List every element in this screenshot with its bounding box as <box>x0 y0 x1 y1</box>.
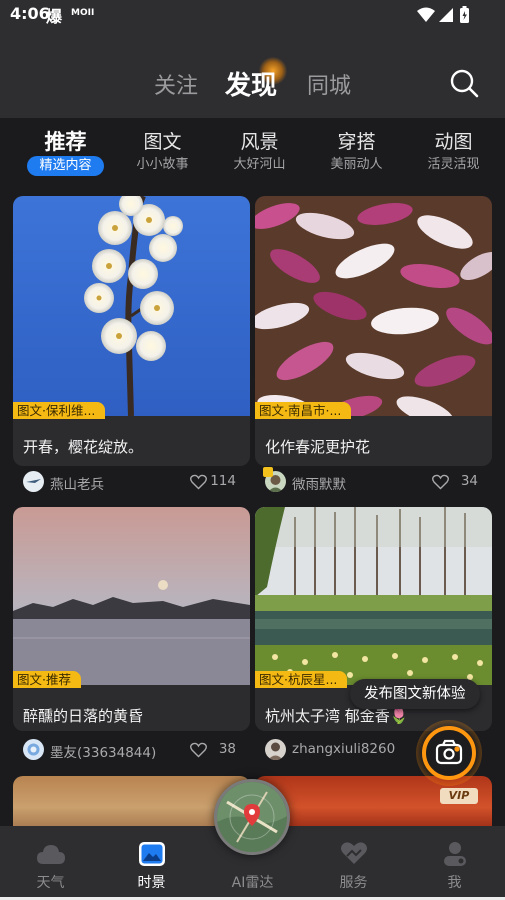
nav-label: 时景 <box>137 875 166 891</box>
wifi-icon <box>417 7 435 22</box>
category-gif[interactable]: 动图 活灵活现 <box>405 130 502 174</box>
cloud-icon <box>37 845 65 864</box>
radar-map-icon <box>217 782 287 852</box>
nav-weather[interactable]: 天气 <box>0 826 101 900</box>
photo-icon <box>139 842 165 866</box>
nav-label: 我 <box>447 875 462 891</box>
tab-nearby[interactable]: 同城 <box>307 68 351 100</box>
card-image[interactable] <box>255 196 492 416</box>
author-name[interactable]: zhangxiuli8260 <box>292 741 395 757</box>
avatar[interactable] <box>265 739 286 760</box>
person-icon <box>444 842 466 866</box>
like-count: 38 <box>218 741 236 757</box>
card-tag: 图文·保利维... <box>13 402 106 419</box>
nav-me[interactable]: 我 <box>404 826 505 900</box>
category-subtitle: 活灵活现 <box>427 157 480 172</box>
vip-badge: VIP <box>440 788 478 804</box>
heart-icon[interactable] <box>190 474 207 490</box>
card-meta: 微雨默默 34 <box>255 469 492 495</box>
feed-card[interactable]: 图文·南昌市·... 化作春泥更护花 <box>255 196 492 466</box>
category-subtitle: 美丽动人 <box>330 157 383 172</box>
nav-label: 天气 <box>36 875 65 891</box>
card-meta: 墨友(33634844) 38 <box>13 737 250 763</box>
top-header: 关注 发现 同城 <box>0 30 505 118</box>
author-name[interactable]: 墨友(33634844) <box>50 741 156 761</box>
feed-card[interactable]: 图文·推荐 醉醺的日落的黄昏 <box>13 507 250 731</box>
status-bar: 4:06 爆 MOII <box>0 0 505 30</box>
card-tag: 图文·杭辰星... <box>255 671 348 688</box>
publish-button[interactable] <box>422 726 476 780</box>
category-title: 图文 <box>143 131 182 153</box>
card-title: 醉醺的日落的黄昏 <box>23 707 144 725</box>
category-subtitle: 大好河山 <box>233 157 286 172</box>
avatar-badge-icon <box>263 467 273 477</box>
search-icon[interactable] <box>449 68 479 98</box>
card-meta: 燕山老兵 114 <box>13 469 250 495</box>
category-photo-text[interactable]: 图文 小小故事 <box>114 130 211 174</box>
avatar[interactable] <box>23 739 44 760</box>
like-count: 114 <box>210 473 236 489</box>
avatar[interactable] <box>23 471 44 492</box>
category-tabs: 推荐 精选内容 图文 小小故事 风景 大好河山 穿搭 美丽动人 动图 活灵活现 <box>0 118 505 190</box>
heart-icon[interactable] <box>190 742 207 758</box>
status-time: 4:06 <box>10 4 50 23</box>
camera-icon <box>435 739 463 765</box>
signal-icon <box>439 8 453 22</box>
publish-tooltip: 发布图文新体验 <box>350 679 480 709</box>
category-subtitle: 小小故事 <box>136 157 189 172</box>
author-name[interactable]: 微雨默默 <box>292 473 346 493</box>
card-image[interactable] <box>13 196 250 416</box>
category-subtitle: 精选内容 <box>27 156 104 176</box>
heart-hands-icon <box>341 842 367 864</box>
nav-services[interactable]: 服务 <box>303 826 404 900</box>
nav-label: AI雷达 <box>231 875 274 891</box>
notification-small-icon: MOII <box>71 8 95 18</box>
card-tag: 图文·推荐 <box>13 671 81 688</box>
card-image[interactable] <box>13 507 250 685</box>
status-icons <box>417 6 469 23</box>
nav-moments[interactable]: 时景 <box>101 826 202 900</box>
category-title: 推荐 <box>44 130 87 154</box>
category-recommend[interactable]: 推荐 精选内容 <box>17 130 114 176</box>
tab-follow[interactable]: 关注 <box>154 68 198 100</box>
card-image[interactable] <box>255 507 492 685</box>
category-outfit[interactable]: 穿搭 美丽动人 <box>308 130 405 174</box>
card-title: 开春，樱花绽放。 <box>23 438 144 456</box>
category-title: 动图 <box>434 131 473 153</box>
nav-label: 服务 <box>339 875 368 891</box>
card-tag: 图文·南昌市·... <box>255 402 352 419</box>
card-title: 化作春泥更护花 <box>265 438 371 456</box>
tab-discover[interactable]: 发现 <box>225 65 277 102</box>
app-notification-icon: 爆 <box>46 7 63 26</box>
heart-icon[interactable] <box>432 474 449 490</box>
ai-radar-button[interactable] <box>214 779 290 855</box>
feed-card[interactable]: 图文·保利维... 开春，樱花绽放。 <box>13 196 250 466</box>
author-name[interactable]: 燕山老兵 <box>50 473 104 493</box>
category-title: 穿搭 <box>337 131 376 153</box>
category-scenery[interactable]: 风景 大好河山 <box>211 130 308 174</box>
like-count: 34 <box>460 473 478 489</box>
category-title: 风景 <box>240 131 279 153</box>
